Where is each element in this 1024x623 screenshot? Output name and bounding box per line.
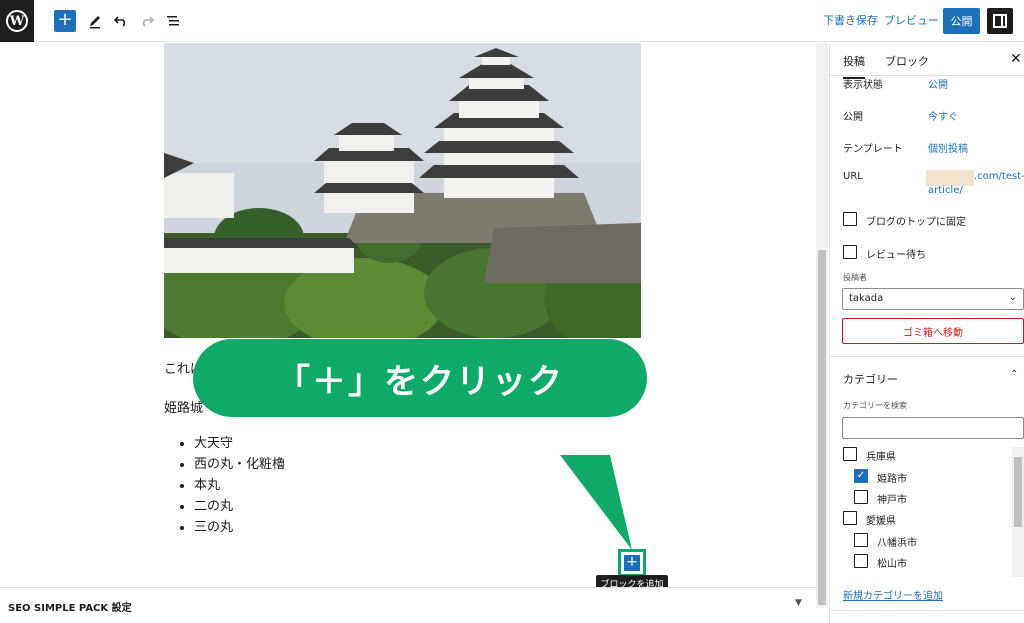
add-new-category-link[interactable]: 新規カテゴリーを追加 [843,587,943,602]
visibility-label: 表示状態 [843,80,883,91]
list-view-button[interactable] [162,10,184,32]
categories-panel-title[interactable]: カテゴリー [843,371,898,387]
chevron-down-icon[interactable]: ▼ [795,598,802,608]
inserter-highlight: + [618,549,646,577]
callout-bubble: 「＋」をクリック [193,339,647,417]
divider [830,610,1024,611]
list-item: 大天守 [194,433,285,454]
template-label: テンプレート [843,144,903,155]
undo-icon [113,16,126,27]
category-label: 松山市 [877,559,907,570]
add-block-button[interactable]: + [54,10,76,32]
author-label: 投稿者 [843,273,867,282]
category-checkbox[interactable] [843,447,857,461]
edit-tool-button[interactable] [84,10,106,32]
list-view-icon [167,16,179,26]
settings-sidebar: 投稿 ブロック ✕ 表示状態 公開 公開 今すぐ テンプレート 個別投稿 URL… [829,43,1024,623]
undo-button[interactable] [110,10,132,32]
list-block[interactable]: 大天守 西の丸・化粧櫓 本丸 二の丸 三の丸 [180,433,285,538]
category-checkbox[interactable] [843,511,857,525]
list-item: 本丸 [194,475,285,496]
publish-date-value[interactable]: 今すぐ [928,108,958,123]
list-item: 三の丸 [194,517,285,538]
url-redacted [926,170,974,186]
author-select[interactable]: takada ⌄ [842,288,1024,310]
redo-button[interactable] [136,10,158,32]
visibility-value[interactable]: 公開 [928,76,948,91]
pending-review-checkbox[interactable] [843,245,857,259]
sticky-label: ブログのトップに固定 [866,217,966,228]
close-icon[interactable]: ✕ [1010,51,1022,67]
category-checkbox[interactable] [854,533,868,547]
category-label: 神戸市 [877,495,907,506]
editor-canvas: これは姫路城の写真です。 姫路城 大天守 西の丸・化粧櫓 本丸 二の丸 三の丸 [0,43,816,587]
chevron-down-icon: ⌄ [1008,292,1017,303]
url-value[interactable]: .com/test- [974,171,1024,182]
wordpress-icon: W [6,10,28,32]
castle-image-block[interactable] [164,43,641,338]
pencil-icon [90,16,100,29]
category-search-label: カテゴリーを検索 [843,401,907,410]
paragraph-block[interactable]: 姫路城 [164,397,203,416]
publish-label: 公開 [843,112,863,123]
sidebar-tabs: 投稿 ブロック ✕ [830,43,1024,79]
category-checkbox[interactable] [854,554,868,568]
block-inserter-button[interactable]: + [624,555,640,571]
castle-photo [164,43,641,338]
category-checkbox-checked[interactable]: ✓ [854,469,868,483]
category-label: 愛媛県 [866,516,896,527]
metabox-title: SEO SIMPLE PACK 設定 [8,603,132,614]
category-list-scrollbar-thumb[interactable] [1014,457,1022,527]
url-label: URL [843,171,863,182]
url-value-continued[interactable]: article/ [928,185,963,196]
category-search-input[interactable] [842,417,1024,439]
list-item: 西の丸・化粧櫓 [194,454,285,475]
redo-icon [142,16,155,27]
pending-review-label: レビュー待ち [866,250,926,261]
tab-block[interactable]: ブロック [885,53,929,69]
category-label: 兵庫県 [866,452,896,463]
sidebar-icon [993,14,1007,28]
category-checkbox[interactable] [854,490,868,504]
author-value: takada [849,293,884,304]
sticky-checkbox[interactable] [843,212,857,226]
publish-button[interactable]: 公開 [943,8,980,34]
divider [830,356,1024,357]
editor-scrollbar-thumb[interactable] [818,250,826,605]
category-label: 八幡浜市 [877,538,917,549]
seo-metabox[interactable]: SEO SIMPLE PACK 設定 ▼ [0,587,816,623]
wordpress-logo-button[interactable]: W [0,0,34,42]
settings-toggle-button[interactable] [987,8,1013,34]
save-draft-button[interactable]: 下書き保存 [823,12,878,28]
editor-toolbar: W + 下書き保存 プレビュー 公開 [0,0,1024,42]
move-to-trash-button[interactable]: ゴミ箱へ移動 [842,318,1024,344]
chevron-up-icon[interactable]: ⌃ [1010,369,1018,380]
category-label: 姫路市 [877,474,907,485]
list-item: 二の丸 [194,496,285,517]
preview-button[interactable]: プレビュー [884,12,939,28]
template-value[interactable]: 個別投稿 [928,140,968,155]
